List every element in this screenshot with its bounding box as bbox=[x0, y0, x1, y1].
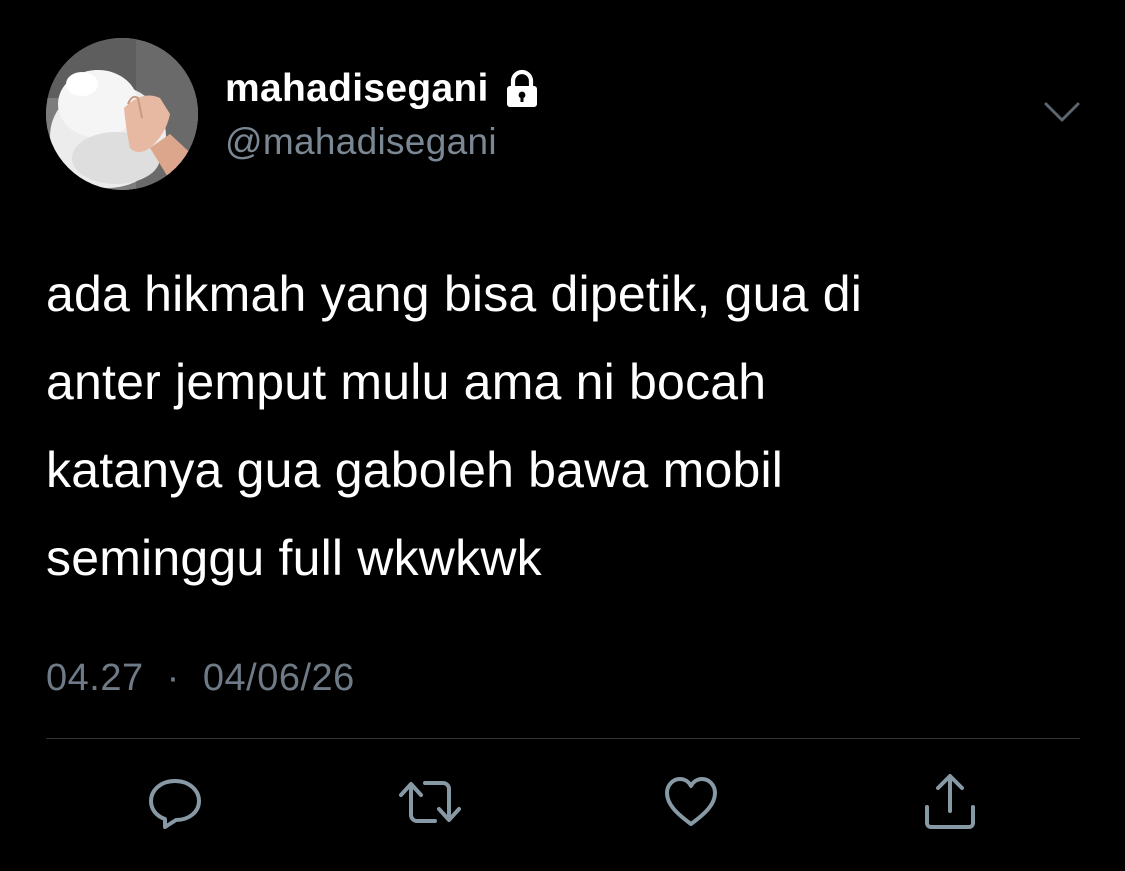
name-row[interactable]: mahadisegani bbox=[225, 64, 542, 114]
tweet-action-bar bbox=[0, 770, 1125, 840]
timestamp-separator: · bbox=[166, 657, 180, 699]
tweet-timestamp[interactable]: 04.27 · 04/06/26 bbox=[46, 654, 355, 702]
lock-icon bbox=[502, 69, 542, 109]
reply-icon bbox=[146, 773, 204, 831]
retweet-icon bbox=[397, 773, 463, 831]
tweet-text: ada hikmah yang bisa dipetik, gua di ant… bbox=[46, 250, 1086, 602]
tweet-text-line: seminggu full wkwkwk bbox=[46, 530, 542, 586]
tweet-text-line: anter jemput mulu ama ni bocah bbox=[46, 354, 767, 410]
tweet-time: 04.27 bbox=[46, 657, 144, 699]
tweet-card: mahadisegani @mahadisegani ada hikmah ya… bbox=[0, 0, 1125, 871]
heart-icon bbox=[662, 773, 720, 831]
user-handle[interactable]: @mahadisegani bbox=[225, 118, 497, 166]
avatar[interactable] bbox=[46, 38, 198, 190]
display-name[interactable]: mahadisegani bbox=[225, 64, 489, 114]
tweet-text-line: ada hikmah yang bisa dipetik, gua di bbox=[46, 266, 863, 322]
divider bbox=[46, 738, 1080, 739]
retweet-button[interactable] bbox=[398, 770, 462, 834]
reply-button[interactable] bbox=[143, 770, 207, 834]
tweet-text-line: katanya gua gaboleh bawa mobil bbox=[46, 442, 784, 498]
avatar-image bbox=[46, 38, 198, 190]
share-icon bbox=[919, 771, 981, 833]
share-button[interactable] bbox=[918, 770, 982, 834]
tweet-date: 04/06/26 bbox=[202, 657, 355, 699]
like-button[interactable] bbox=[659, 770, 723, 834]
chevron-down-icon[interactable] bbox=[1040, 96, 1084, 132]
